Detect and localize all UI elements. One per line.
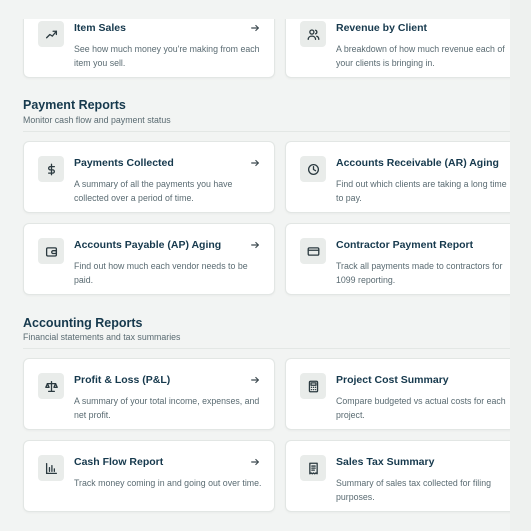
card-description: Find out which clients are taking a long… <box>336 179 507 203</box>
clock-icon <box>300 156 326 182</box>
calculator-icon <box>300 373 326 399</box>
section-subtitle-accounting: Financial statements and tax summaries <box>23 332 181 342</box>
card-description: Track all payments made to contractors f… <box>336 261 503 285</box>
card-description: A breakdown of how much revenue each of … <box>336 44 505 68</box>
reports-page: Item Sales See how much money you're mak… <box>0 0 510 531</box>
section-title-accounting: Accounting Reports <box>23 316 143 330</box>
card-title: Sales Tax Summary <box>336 456 435 468</box>
report-card-payments-collected[interactable]: Payments Collected A summary of all the … <box>23 141 275 213</box>
dollar-icon <box>38 156 64 182</box>
card-description: Compare budgeted vs actual costs for eac… <box>336 396 506 420</box>
report-card-profit-loss[interactable]: Profit & Loss (P&L) A summary of your to… <box>23 358 275 430</box>
report-card-ap-aging[interactable]: Accounts Payable (AP) Aging Find out how… <box>23 223 275 295</box>
trending-up-icon <box>38 21 64 47</box>
card-title: Item Sales <box>74 22 126 34</box>
report-card-project-cost[interactable]: Project Cost Summary Compare budgeted vs… <box>285 358 510 430</box>
section-divider <box>23 348 510 349</box>
card-description: A summary of all the payments you have c… <box>74 179 233 203</box>
arrow-right-icon <box>250 454 260 466</box>
card-title: Accounts Receivable (AR) Aging <box>336 157 499 169</box>
section-divider <box>23 131 510 132</box>
scale-icon <box>38 373 64 399</box>
card-title: Payments Collected <box>74 157 174 169</box>
card-title: Revenue by Client <box>336 22 428 34</box>
report-card-contractor-payment[interactable]: Contractor Payment Report Track all paym… <box>285 223 510 295</box>
users-icon <box>300 21 326 47</box>
card-description: Track money coming in and going out over… <box>74 478 262 488</box>
section-subtitle-payment: Monitor cash flow and payment status <box>23 115 171 125</box>
card-description: A summary of your total income, expenses… <box>74 396 260 420</box>
scrollbar[interactable] <box>510 0 531 531</box>
card-description: Summary of sales tax collected for filin… <box>336 478 491 502</box>
bar-chart-icon <box>38 455 64 481</box>
report-card-sales-tax[interactable]: Sales Tax Summary Summary of sales tax c… <box>285 440 510 512</box>
arrow-right-icon <box>250 372 260 384</box>
card-description: See how much money you're making from ea… <box>74 44 260 68</box>
card-description: Find out how much each vendor needs to b… <box>74 261 248 285</box>
card-title: Accounts Payable (AP) Aging <box>74 239 222 251</box>
card-title: Contractor Payment Report <box>336 239 474 251</box>
arrow-right-icon <box>250 155 260 167</box>
credit-card-icon <box>300 238 326 264</box>
receipt-icon <box>300 455 326 481</box>
arrow-right-icon <box>250 20 260 32</box>
report-card-cash-flow[interactable]: Cash Flow Report Track money coming in a… <box>23 440 275 512</box>
card-title: Project Cost Summary <box>336 374 449 386</box>
wallet-icon <box>38 238 64 264</box>
arrow-right-icon <box>250 237 260 249</box>
scroll-top-mask <box>0 0 510 19</box>
section-title-payment: Payment Reports <box>23 98 126 112</box>
card-title: Profit & Loss (P&L) <box>74 374 171 386</box>
card-title: Cash Flow Report <box>74 456 164 468</box>
report-card-ar-aging[interactable]: Accounts Receivable (AR) Aging Find out … <box>285 141 510 213</box>
